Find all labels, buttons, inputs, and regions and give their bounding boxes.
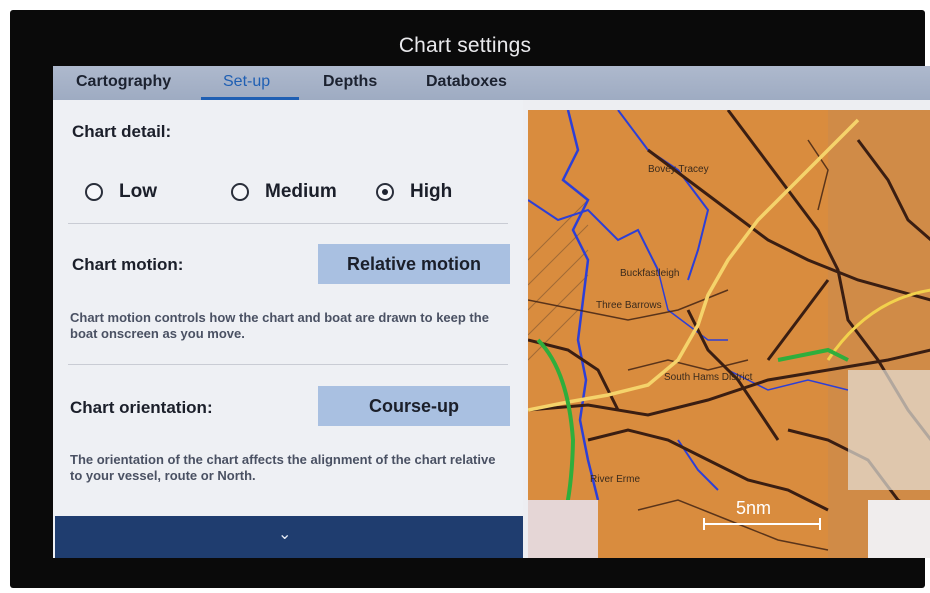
tab-depths[interactable]: Depths (323, 73, 377, 91)
place-river-erme: River Erme (590, 474, 640, 485)
tab-bar: Cartography Set-up Depths Databoxes (53, 66, 930, 100)
radio-circle (231, 183, 249, 201)
chevron-down-icon[interactable]: ⌄ (278, 524, 291, 544)
chart-motion-button[interactable]: Relative motion (318, 244, 510, 284)
divider (68, 364, 508, 365)
place-buckfastleigh: Buckfastleigh (620, 268, 679, 279)
map-scale-label: 5nm (736, 498, 771, 518)
chart-motion-label: Chart motion: (72, 255, 184, 274)
chart-orientation-button[interactable]: Course-up (318, 386, 510, 426)
settings-screen: Cartography Set-up Depths Databoxes Char… (53, 66, 930, 558)
tab-cartography[interactable]: Cartography (76, 73, 171, 91)
divider (68, 223, 508, 224)
page-title: Chart settings (398, 34, 532, 57)
chart-orientation-label: Chart orientation: (70, 398, 213, 417)
radio-selected-dot (382, 189, 388, 195)
bottom-expand-bar[interactable]: ⌄ (55, 516, 523, 558)
place-bovey-tracey: Bovey Tracey (648, 164, 709, 175)
place-three-barrows: Three Barrows (596, 300, 662, 311)
tab-databoxes[interactable]: Databoxes (426, 73, 507, 91)
map-graphic: Bovey Tracey Buckfastleigh Three Barrows… (528, 110, 930, 558)
chart-motion-description: Chart motion controls how the chart and … (70, 310, 489, 341)
place-south-hams: South Hams District (664, 372, 753, 383)
radio-circle-selected (376, 183, 394, 201)
radio-medium-label: Medium (265, 181, 337, 202)
chart-detail-label: Chart detail: (72, 122, 172, 141)
tab-set-up[interactable]: Set-up (223, 73, 270, 91)
chart-map-preview[interactable]: Bovey Tracey Buckfastleigh Three Barrows… (528, 110, 930, 558)
radio-high-label: High (410, 181, 453, 202)
radio-low-label: Low (119, 181, 157, 202)
radio-circle (85, 183, 103, 201)
chart-orientation-description: The orientation of the chart affects the… (70, 452, 496, 483)
